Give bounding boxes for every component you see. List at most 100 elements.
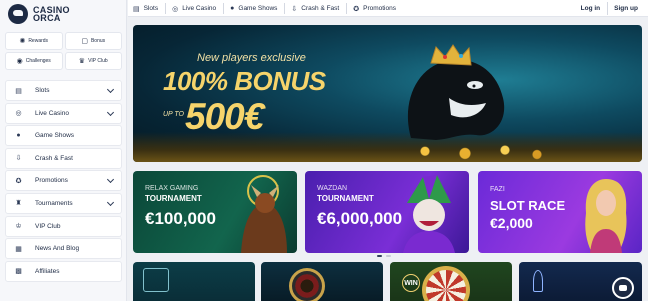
sidebar-item-label: Affiliates (35, 267, 60, 275)
promo-title: TOURNAMENT (317, 194, 374, 203)
sidebar-item-game-shows[interactable]: ● Game Shows (5, 125, 122, 147)
quick-link-label: Bonus (90, 38, 106, 44)
slots-icon: ▤ (15, 87, 22, 95)
vip-club-icon: ♔ (15, 223, 22, 231)
topnav-item-label: Crash & Fast (301, 5, 340, 12)
sidebar-item-label: Live Casino (35, 109, 69, 117)
promotions-icon: ✪ (15, 177, 22, 185)
chevron-down-icon[interactable] (106, 85, 115, 94)
game-shows-icon: ● (16, 132, 21, 140)
carousel-indicators (377, 255, 391, 257)
slots-icon: ▤ (133, 5, 140, 13)
promo-amount: €2,000 (490, 215, 533, 231)
nav-divider (346, 3, 348, 14)
topnav-item-promotions[interactable]: ✪ Promotions (353, 5, 396, 13)
challenges-icon: ◉ (16, 58, 23, 65)
sidebar-item-affiliates[interactable]: ▩ Affiliates (5, 260, 122, 282)
promo-title: SLOT RACE (490, 198, 566, 213)
casino-orca-logo[interactable]: CASINO ORCA (8, 3, 70, 25)
promo-amount: €6,000,000 (317, 209, 403, 228)
sidebar-item-slots[interactable]: ▤ Slots (5, 80, 122, 101)
nav-divider (165, 3, 167, 14)
sidebar-item-crash-fast[interactable]: ⇩ Crash & Fast (5, 147, 122, 169)
promo-card-fazi[interactable]: FAZI SLOT RACE €2,000 (478, 171, 642, 253)
quick-link-rewards[interactable]: ✺ Rewards (5, 32, 63, 50)
sidebar-item-label: Tournaments (35, 199, 73, 207)
orca-logo-icon (8, 4, 28, 24)
promo-card-relax-gaming[interactable]: RELAX GAMING TOURNAMENT €100,000 (133, 171, 297, 253)
sidebar-item-label: Game Shows (35, 132, 75, 140)
topnav-item-slots[interactable]: ▤ Slots (133, 5, 158, 13)
live-casino-icon: ◎ (15, 110, 22, 118)
sidebar-item-vip-club[interactable]: ♔ VIP Club (5, 215, 122, 237)
promo-provider: FAZI (490, 186, 505, 193)
sidebar-item-label: Promotions (35, 177, 68, 185)
chevron-down-icon[interactable] (106, 176, 115, 184)
hero-banner[interactable]: New players exclusive 100% BONUS UP TO 5… (133, 25, 642, 162)
quick-link-challenges[interactable]: ◉ Challenges (5, 52, 63, 70)
quick-link-label: VIP Club (88, 58, 108, 64)
chevron-down-icon[interactable] (106, 108, 115, 116)
category-tile-game-shows[interactable]: WIN (390, 262, 512, 301)
auth-actions: Log in Sign up (581, 0, 638, 17)
prize-wheel-icon (422, 266, 470, 301)
vip-club-icon: ♛ (78, 58, 86, 65)
top-nav: ▤ Slots ◎ Live Casino ● Game Shows ⇩ Cra… (133, 0, 410, 17)
hero-bonus-amount: 500€ (185, 96, 264, 137)
promo-amount: €100,000 (145, 209, 216, 228)
carousel-dot[interactable] (386, 255, 391, 257)
topnav-item-crash-fast[interactable]: ⇩ Crash & Fast (291, 5, 339, 13)
quick-link-vip-club[interactable]: ♛ VIP Club (64, 52, 122, 70)
auth-divider (607, 2, 609, 15)
sidebar-item-label: News And Blog (35, 245, 80, 253)
carousel-dot-active[interactable] (377, 255, 382, 257)
login-button[interactable]: Log in (581, 5, 601, 12)
chat-support-button[interactable] (612, 277, 634, 299)
beast-warrior-illustration (241, 175, 287, 253)
topnav-item-game-shows[interactable]: ● Game Shows (230, 5, 277, 12)
sidebar-item-live-casino[interactable]: ◎ Live Casino (5, 102, 122, 124)
sidebar-item-label: VIP Club (35, 222, 61, 230)
nav-divider (223, 3, 225, 14)
signup-button[interactable]: Sign up (614, 5, 638, 12)
category-tile-live-casino[interactable] (261, 262, 383, 301)
rocket-icon (533, 270, 543, 292)
rewards-icon: ✺ (19, 38, 26, 45)
blonde-woman-illustration (585, 179, 627, 253)
logo-line-2: ORCA (33, 13, 61, 23)
slot-machine-icon (143, 268, 169, 292)
hero-up-to: UP TO (163, 111, 185, 118)
nav-divider (284, 3, 286, 14)
quick-link-bonus[interactable]: ▢ Bonus (64, 32, 122, 50)
category-tile-slots[interactable] (133, 262, 255, 301)
sidebar-item-news-and-blog[interactable]: ▦ News And Blog (5, 238, 122, 260)
sidebar: CASINO ORCA ✺ Rewards ▢ Bonus ◉ Challeng… (0, 0, 127, 301)
topnav-item-live-casino[interactable]: ◎ Live Casino (172, 5, 216, 13)
promo-card-wazdan[interactable]: WAZDAN TOURNAMENT €6,000,000 (305, 171, 469, 253)
hero-tagline: New players exclusive (197, 52, 306, 64)
tournaments-icon: ♜ (15, 200, 22, 208)
promotions-icon: ✪ (353, 5, 360, 13)
topnav-item-label: Live Casino (182, 5, 217, 12)
affiliates-icon: ▩ (15, 268, 22, 276)
crash-fast-icon: ⇩ (291, 5, 298, 13)
topnav-item-label: Slots (143, 5, 159, 12)
quick-links: ✺ Rewards ▢ Bonus ◉ Challenges ♛ VIP Clu… (5, 32, 122, 70)
quick-link-label: Challenges (25, 58, 51, 64)
sidebar-item-label: Slots (35, 87, 50, 94)
sidebar-item-label: Crash & Fast (35, 154, 73, 162)
hero-bonus-headline: 100% BONUS (163, 66, 326, 96)
chevron-down-icon[interactable] (106, 198, 115, 207)
sidebar-item-tournaments[interactable]: ♜ Tournaments (5, 192, 122, 214)
roulette-icon (289, 268, 325, 301)
sidebar-item-promotions[interactable]: ✪ Promotions (5, 170, 122, 192)
bonus-icon: ▢ (81, 38, 88, 45)
win-badge: WIN (402, 274, 420, 292)
quick-link-label: Rewards (28, 38, 49, 44)
top-bar: ▤ Slots ◎ Live Casino ● Game Shows ⇩ Cra… (128, 0, 648, 17)
sidebar-menu: ▤ Slots ◎ Live Casino ● Game Shows ⇩ Cra… (5, 80, 122, 283)
promo-provider: WAZDAN (317, 185, 348, 192)
topnav-item-label: Game Shows (238, 5, 278, 12)
promo-provider: RELAX GAMING (145, 185, 199, 192)
topnav-item-label: Promotions (363, 5, 396, 12)
